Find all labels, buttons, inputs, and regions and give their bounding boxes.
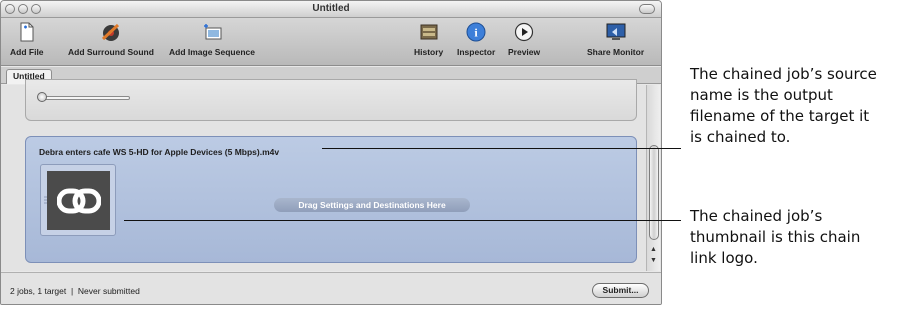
share-monitor-icon: [605, 21, 627, 43]
callout-line-text: thumbnail is this chain: [690, 228, 861, 246]
callout-thumbnail: The chained job’s thumbnail is this chai…: [690, 206, 860, 269]
history-icon: [418, 21, 440, 43]
add-image-sequence-label: Add Image Sequence: [169, 47, 255, 57]
scroll-down-icon[interactable]: ▼: [650, 257, 657, 264]
submit-button[interactable]: Submit...: [592, 283, 649, 298]
window-title: Untitled: [312, 3, 350, 14]
callout-line-text: is chained to.: [690, 128, 791, 146]
batch-area: Debra enters cafe WS 5-HD for Apple Devi…: [1, 79, 661, 271]
chain-link-icon: [47, 171, 110, 230]
callout-line-text: The chained job’s source: [690, 65, 877, 83]
share-monitor-button[interactable]: Share Monitor: [587, 21, 644, 57]
callout-line-text: The chained job’s: [690, 207, 823, 225]
submission-state: Never submitted: [77, 286, 140, 296]
job-thumbnail-frame[interactable]: [40, 164, 116, 236]
callout-line-thumbnail: [124, 220, 681, 221]
job-source-name: Debra enters cafe WS 5-HD for Apple Devi…: [39, 147, 280, 157]
scrollbar-thumb[interactable]: [649, 145, 659, 240]
status-text: 2 jobs, 1 target | Never submitted: [10, 286, 140, 296]
play-icon: [513, 21, 535, 43]
status-separator: |: [70, 286, 74, 296]
toolbar: Add File Add Surround Sound Add Image Se…: [1, 18, 661, 66]
job-count: 2 jobs, 1 target: [10, 286, 67, 296]
history-button[interactable]: History: [414, 21, 443, 57]
add-surround-sound-button[interactable]: Add Surround Sound: [68, 21, 154, 57]
info-icon: i: [465, 21, 487, 43]
callout-source-name: The chained job’s source name is the out…: [690, 64, 877, 148]
add-file-icon: [16, 21, 38, 43]
title-bar: Untitled: [1, 1, 661, 18]
toolbar-toggle-button[interactable]: [639, 4, 655, 14]
drop-target-hint[interactable]: Drag Settings and Destinations Here: [274, 198, 470, 212]
surround-sound-icon: [100, 21, 122, 43]
inspector-label: Inspector: [457, 47, 496, 57]
preview-button[interactable]: Preview: [508, 21, 540, 57]
callout-line-text: link logo.: [690, 249, 758, 267]
compressor-window: Untitled Add File Add Surround Sound Add…: [0, 0, 662, 305]
callout-line-text: filename of the target it: [690, 107, 870, 125]
status-bar: 2 jobs, 1 target | Never submitted Submi…: [1, 272, 661, 304]
add-surround-sound-label: Add Surround Sound: [68, 47, 154, 57]
add-file-label: Add File: [10, 47, 44, 57]
add-image-sequence-button[interactable]: Add Image Sequence: [169, 21, 255, 57]
add-file-button[interactable]: Add File: [10, 21, 44, 57]
preview-label: Preview: [508, 47, 541, 57]
chained-job-panel[interactable]: Debra enters cafe WS 5-HD for Apple Devi…: [25, 136, 637, 263]
inspector-button[interactable]: i Inspector: [457, 21, 495, 57]
slider-track[interactable]: [44, 96, 130, 100]
history-label: History: [414, 47, 444, 57]
share-monitor-label: Share Monitor: [587, 47, 645, 57]
vertical-scrollbar[interactable]: ▲ ▼: [646, 85, 660, 271]
previous-job-panel[interactable]: [25, 79, 637, 121]
callout-line-source-name: [322, 148, 681, 149]
slider-knob[interactable]: [37, 92, 47, 102]
scroll-up-icon[interactable]: ▲: [650, 246, 657, 253]
image-sequence-icon: [201, 21, 223, 43]
callout-line-text: name is the output: [690, 86, 833, 104]
